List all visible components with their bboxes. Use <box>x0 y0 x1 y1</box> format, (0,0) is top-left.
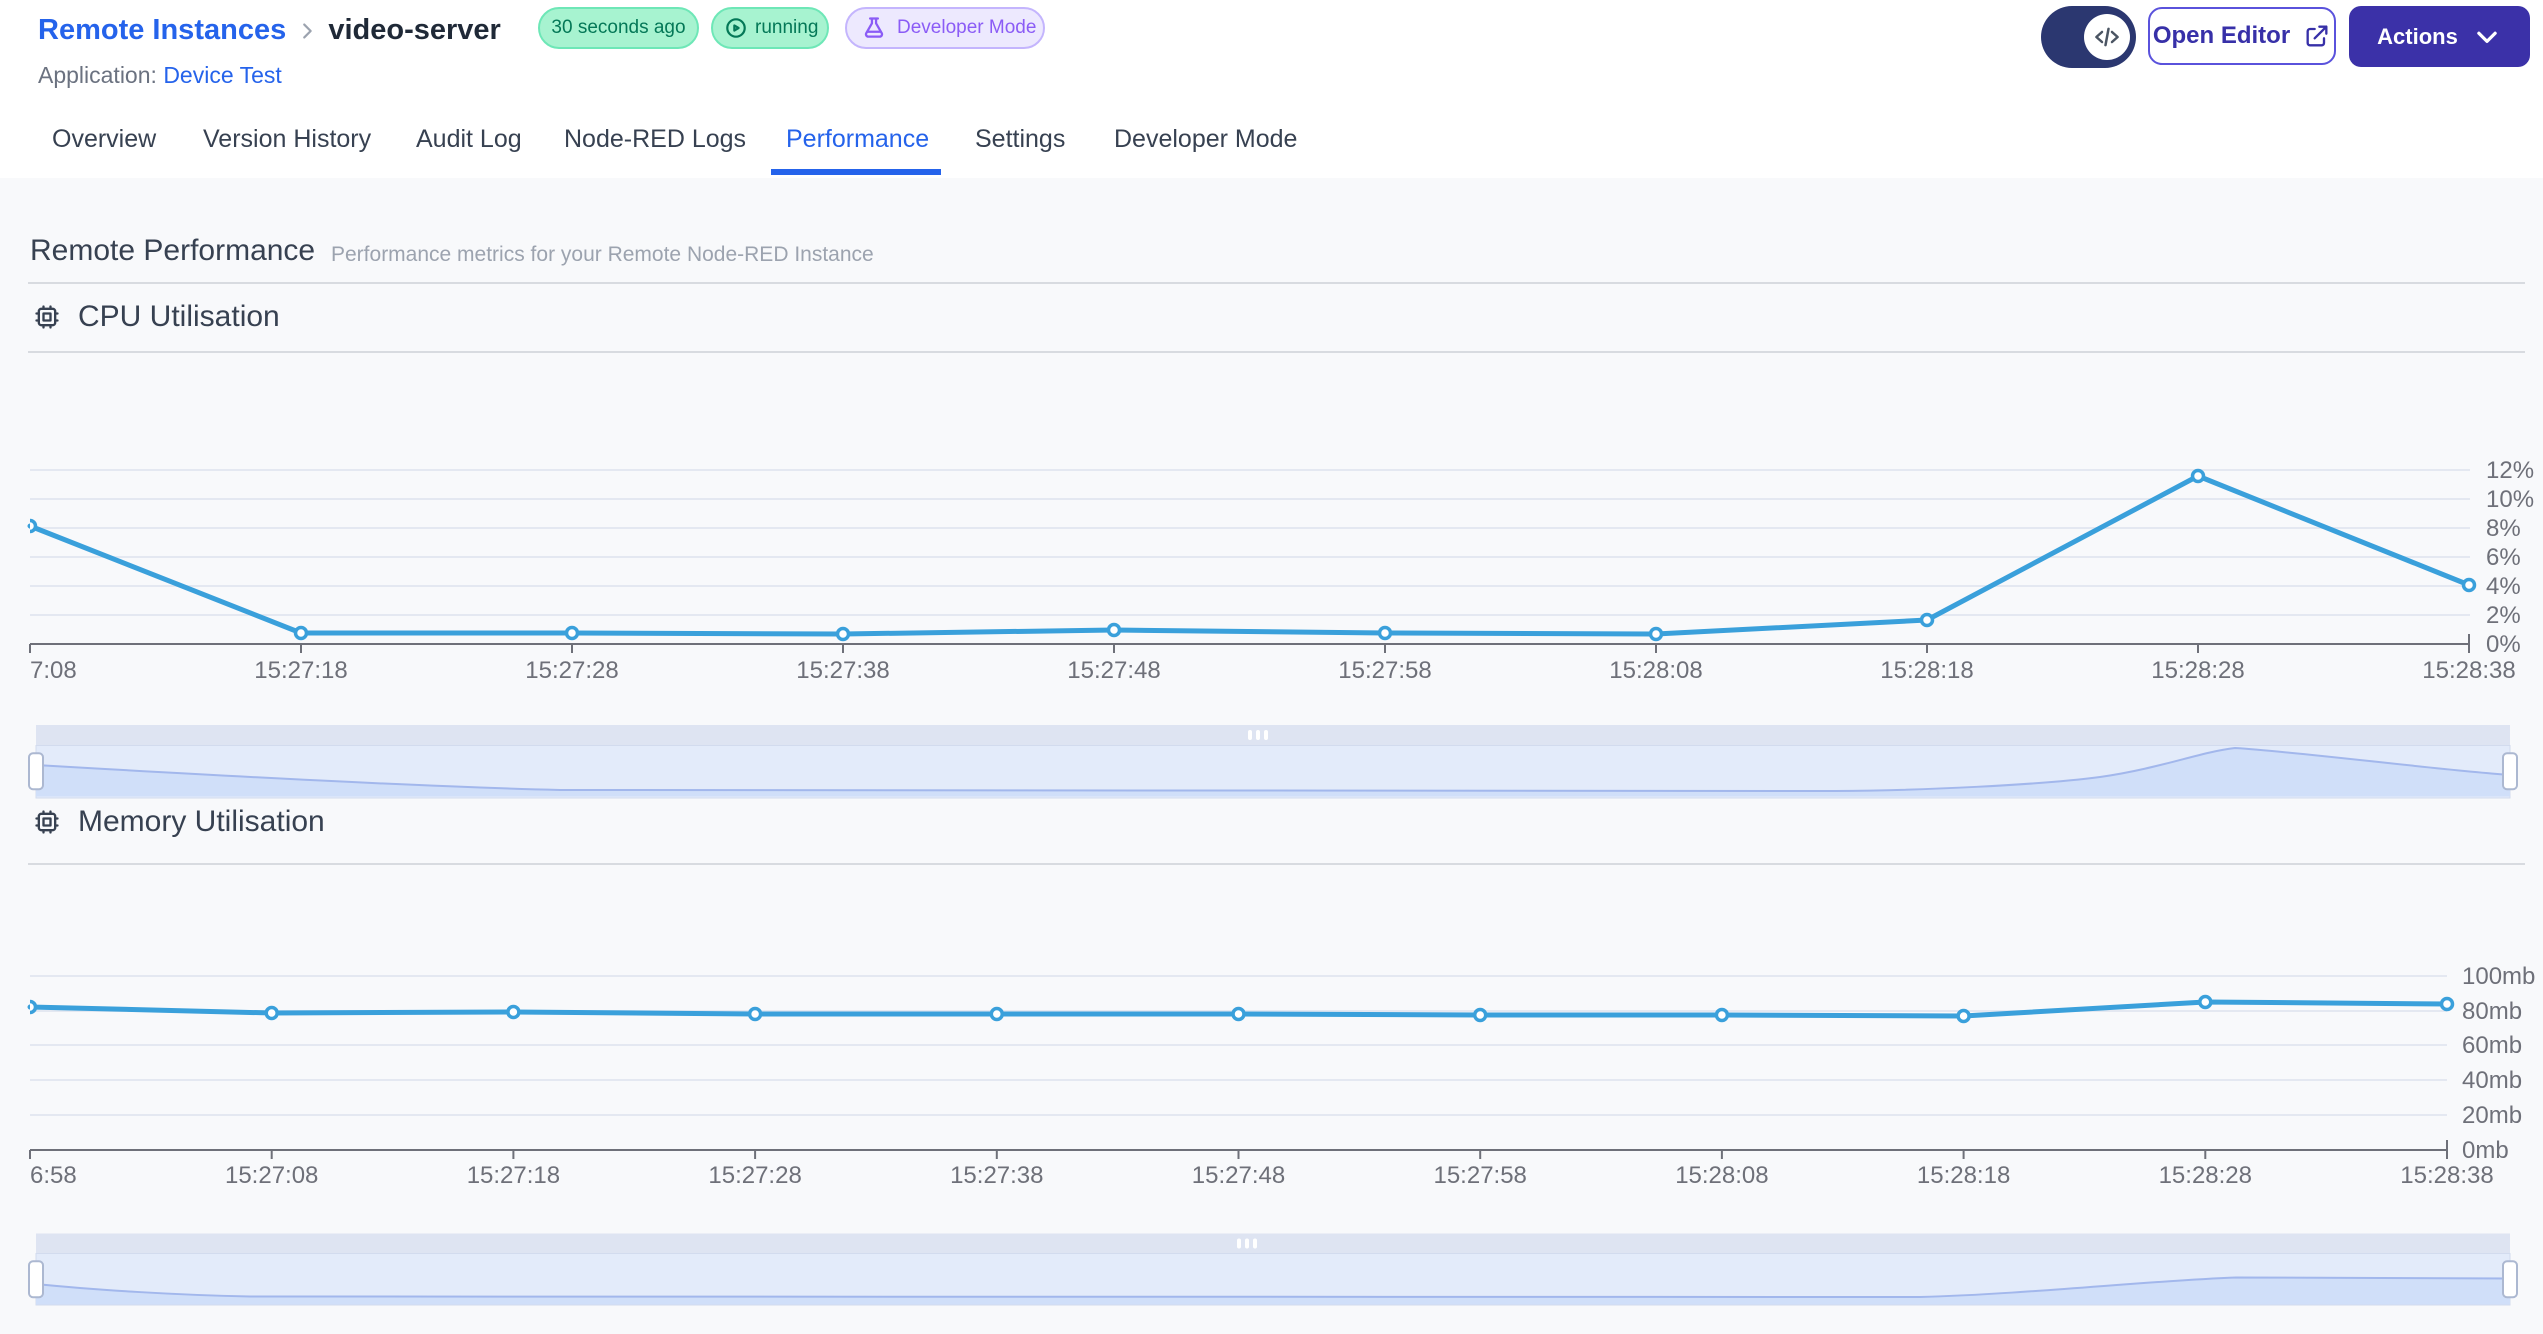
svg-text:15:27:38: 15:27:38 <box>950 1162 1043 1189</box>
svg-text:7:08: 7:08 <box>30 657 77 684</box>
svg-text:15:28:18: 15:28:18 <box>1917 1162 2010 1189</box>
svg-text:15:27:28: 15:27:28 <box>525 657 618 684</box>
svg-text:6%: 6% <box>2486 544 2521 571</box>
svg-text:15:27:08: 15:27:08 <box>225 1162 318 1189</box>
svg-text:0%: 0% <box>2486 631 2521 658</box>
svg-text:4%: 4% <box>2486 573 2521 600</box>
svg-text:15:27:18: 15:27:18 <box>467 1162 560 1189</box>
svg-text:15:28:38: 15:28:38 <box>2400 1162 2493 1189</box>
svg-text:0mb: 0mb <box>2462 1137 2509 1164</box>
svg-text:15:28:08: 15:28:08 <box>1675 1162 1768 1189</box>
svg-text:15:28:28: 15:28:28 <box>2159 1162 2252 1189</box>
svg-text:60mb: 60mb <box>2462 1032 2522 1059</box>
svg-text:15:27:18: 15:27:18 <box>254 657 347 684</box>
svg-text:2%: 2% <box>2486 602 2521 629</box>
svg-text:10%: 10% <box>2486 486 2534 513</box>
svg-text:15:28:08: 15:28:08 <box>1609 657 1702 684</box>
svg-text:40mb: 40mb <box>2462 1067 2522 1094</box>
svg-text:15:27:48: 15:27:48 <box>1192 1162 1285 1189</box>
svg-text:15:27:58: 15:27:58 <box>1433 1162 1526 1189</box>
svg-text:80mb: 80mb <box>2462 998 2522 1025</box>
svg-text:20mb: 20mb <box>2462 1102 2522 1129</box>
svg-text:15:27:28: 15:27:28 <box>708 1162 801 1189</box>
svg-text:8%: 8% <box>2486 515 2521 542</box>
svg-text:100mb: 100mb <box>2462 963 2535 990</box>
svg-text:12%: 12% <box>2486 457 2534 484</box>
svg-text:15:27:48: 15:27:48 <box>1067 657 1160 684</box>
svg-text:15:27:58: 15:27:58 <box>1338 657 1431 684</box>
svg-text:15:27:38: 15:27:38 <box>796 657 889 684</box>
svg-text:15:28:18: 15:28:18 <box>1880 657 1973 684</box>
svg-text:6:58: 6:58 <box>30 1162 77 1189</box>
svg-text:15:28:38: 15:28:38 <box>2422 657 2515 684</box>
svg-text:15:28:28: 15:28:28 <box>2151 657 2244 684</box>
